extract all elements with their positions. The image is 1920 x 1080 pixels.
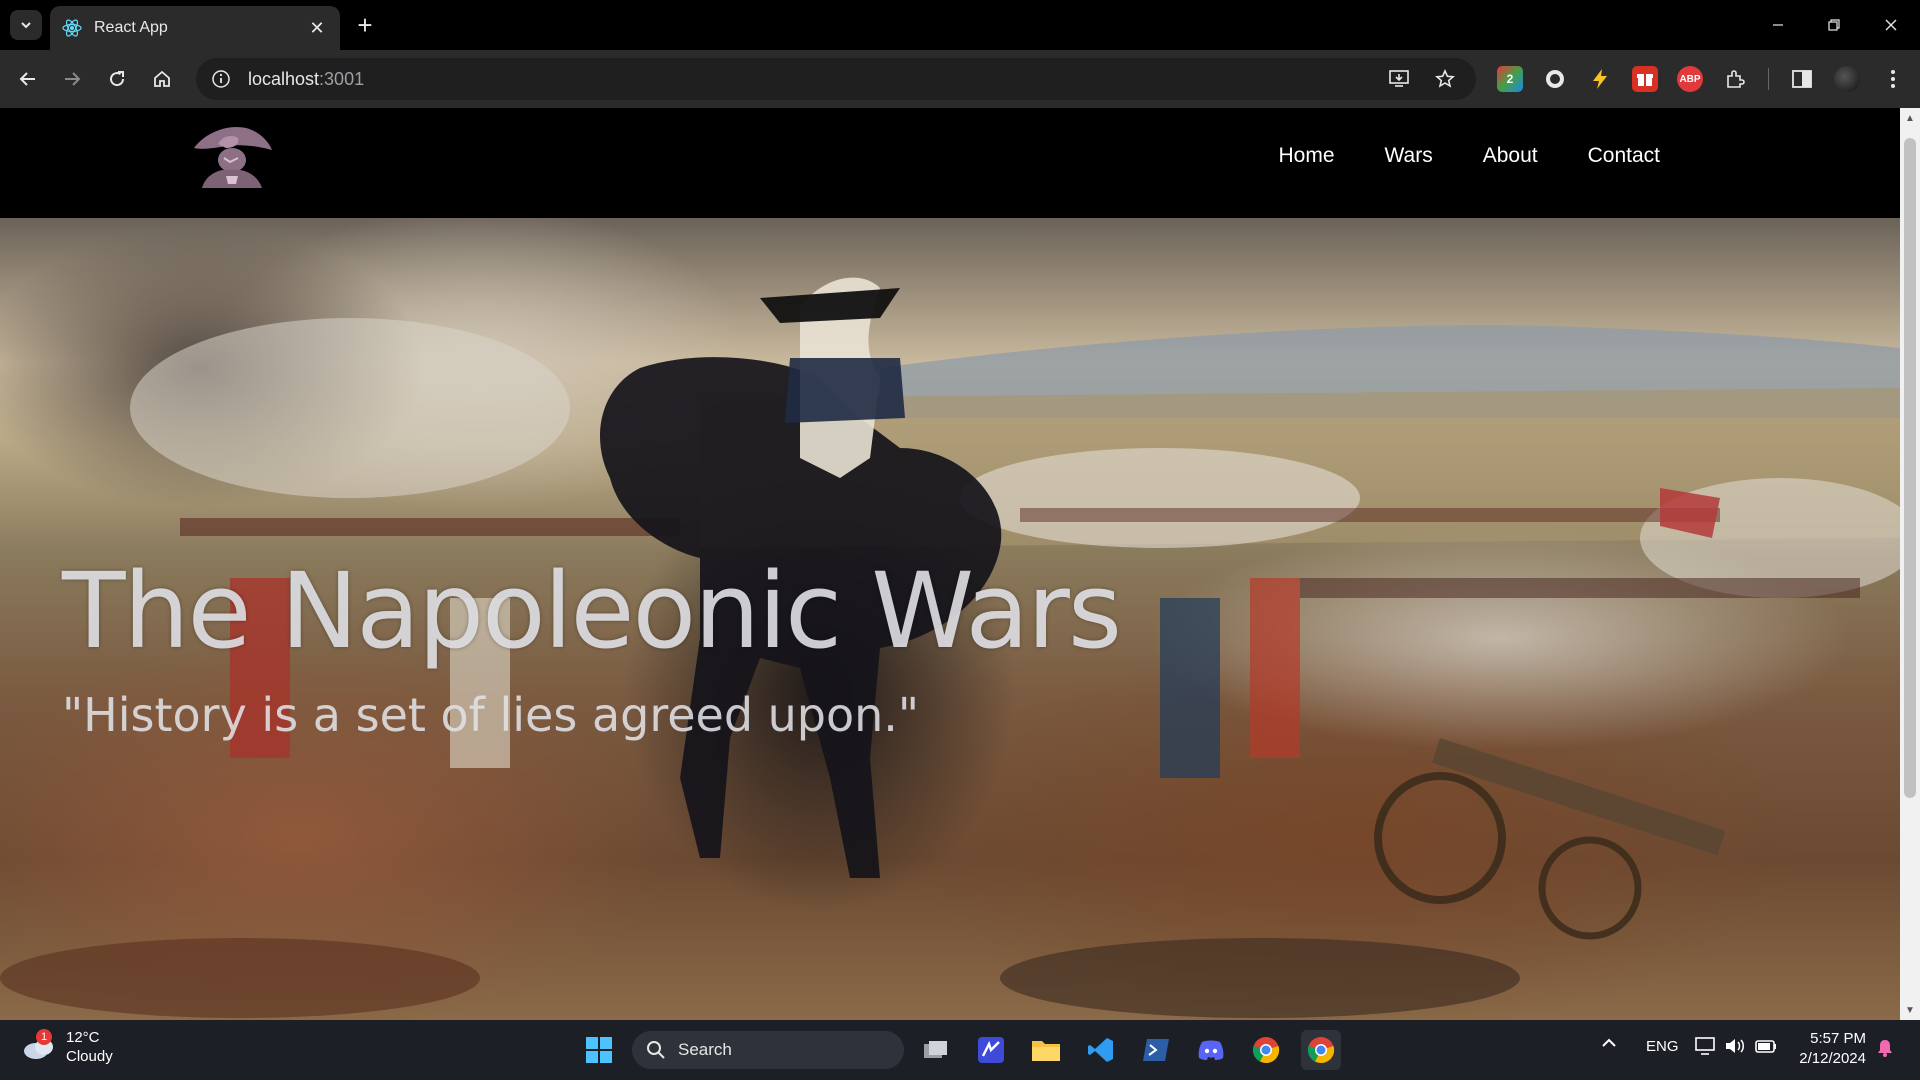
taskbar-search[interactable]: Search	[632, 1031, 904, 1069]
restore-button[interactable]	[1805, 0, 1863, 50]
web-page: Home Wars About Contact The Napoleonic W…	[0, 108, 1900, 1020]
restore-icon	[1828, 19, 1840, 31]
cloud-icon: 1	[22, 1029, 56, 1061]
weather-desc: Cloudy	[66, 1048, 113, 1065]
close-icon	[1885, 19, 1897, 31]
new-tab-button[interactable]: +	[350, 10, 380, 40]
back-button[interactable]	[12, 63, 44, 95]
hero-quote: "History is a set of lies agreed upon."	[62, 688, 920, 742]
extensions-puzzle-icon[interactable]	[1722, 66, 1748, 92]
task-view-icon[interactable]	[916, 1030, 956, 1070]
powershell-icon[interactable]	[1136, 1030, 1176, 1070]
tab-close-icon[interactable]: ✕	[306, 17, 328, 39]
vscode-icon[interactable]	[1081, 1030, 1121, 1070]
arrow-right-icon	[65, 72, 81, 86]
scroll-up-arrow-icon[interactable]: ▲	[1904, 112, 1916, 124]
network-icon[interactable]	[1694, 1036, 1716, 1060]
close-window-button[interactable]	[1862, 0, 1920, 50]
profile-avatar[interactable]	[1834, 66, 1860, 92]
discord-icon[interactable]	[1191, 1030, 1231, 1070]
scrollbar-thumb[interactable]	[1904, 138, 1916, 798]
volume-icon[interactable]	[1724, 1036, 1746, 1060]
browser-tab[interactable]: React App ✕	[50, 6, 340, 50]
minimize-icon	[1773, 24, 1783, 26]
extension-circle-icon[interactable]	[1542, 66, 1568, 92]
nav-contact-link[interactable]: Contact	[1588, 144, 1660, 168]
home-icon	[154, 70, 170, 87]
notification-bell-icon[interactable]	[1876, 1038, 1894, 1062]
nav-about-link[interactable]: About	[1483, 144, 1538, 168]
weather-badge: 1	[36, 1029, 52, 1045]
chevron-down-icon	[21, 22, 31, 29]
file-explorer-icon[interactable]	[1026, 1030, 1066, 1070]
url-host: localhost	[248, 68, 320, 89]
weather-temp: 12°C	[66, 1029, 100, 1046]
search-icon	[647, 1041, 665, 1059]
toolbar-divider	[1768, 68, 1769, 90]
hero-title: The Napoleonic Wars	[62, 550, 1122, 672]
chrome-icon[interactable]	[1246, 1030, 1286, 1070]
site-nav: Home Wars About Contact	[1278, 144, 1660, 168]
page-scrollbar[interactable]: ▲ ▼	[1900, 108, 1920, 1020]
weather-widget[interactable]: 1 12°C Cloudy	[22, 1028, 113, 1066]
search-label: Search	[678, 1040, 732, 1059]
install-app-icon[interactable]	[1384, 66, 1414, 92]
site-info-icon[interactable]	[208, 66, 234, 92]
lightning-extension-icon[interactable]	[1587, 66, 1613, 92]
menu-kebab-icon[interactable]	[1880, 66, 1906, 92]
language-indicator[interactable]: ENG	[1646, 1038, 1679, 1055]
tray-overflow-chevron-icon[interactable]	[1600, 1034, 1618, 1056]
extension-2-icon[interactable]: 2	[1497, 66, 1523, 92]
start-button[interactable]	[579, 1030, 619, 1070]
chrome-active-icon[interactable]	[1301, 1030, 1341, 1070]
reload-button[interactable]	[101, 63, 133, 95]
adblock-label: ABP	[1679, 73, 1701, 85]
forward-button[interactable]	[56, 63, 88, 95]
clock-time: 5:57 PM	[1810, 1030, 1866, 1047]
windows-taskbar: 1 12°C Cloudy Search ENG 5:57 PM 2/12/20…	[0, 1020, 1920, 1080]
scroll-down-arrow-icon[interactable]: ▼	[1904, 1004, 1916, 1016]
extension-2-label: 2	[1506, 72, 1514, 86]
hero-section: The Napoleonic Wars "History is a set of…	[0, 218, 1900, 1020]
side-panel-icon[interactable]	[1789, 66, 1815, 92]
react-icon	[62, 19, 82, 37]
nav-home-link[interactable]: Home	[1278, 144, 1334, 168]
adblock-plus-icon[interactable]: ABP	[1677, 66, 1703, 92]
clock-date: 2/12/2024	[1799, 1050, 1866, 1067]
url-port: :3001	[319, 68, 365, 89]
reload-icon	[110, 71, 125, 87]
url-text: localhost:3001	[248, 69, 364, 90]
windows-icon	[586, 1037, 612, 1063]
minimize-button[interactable]	[1749, 0, 1807, 50]
system-clock[interactable]: 5:57 PM 2/12/2024	[1799, 1029, 1866, 1069]
app-icon-purple[interactable]	[971, 1030, 1011, 1070]
tab-search-button[interactable]	[10, 10, 42, 40]
tab-title: React App	[94, 19, 168, 36]
napoleon-logo[interactable]	[188, 122, 274, 188]
site-header: Home Wars About Contact	[0, 108, 1900, 218]
gift-extension-icon[interactable]	[1632, 66, 1658, 92]
nav-wars-link[interactable]: Wars	[1385, 144, 1433, 168]
battery-icon[interactable]	[1754, 1036, 1778, 1060]
tab-strip: React App ✕ +	[0, 0, 1920, 50]
bookmark-star-icon[interactable]	[1430, 66, 1460, 92]
home-button[interactable]	[146, 63, 178, 95]
arrow-left-icon	[19, 72, 35, 86]
address-bar[interactable]: localhost:3001	[196, 58, 1476, 100]
